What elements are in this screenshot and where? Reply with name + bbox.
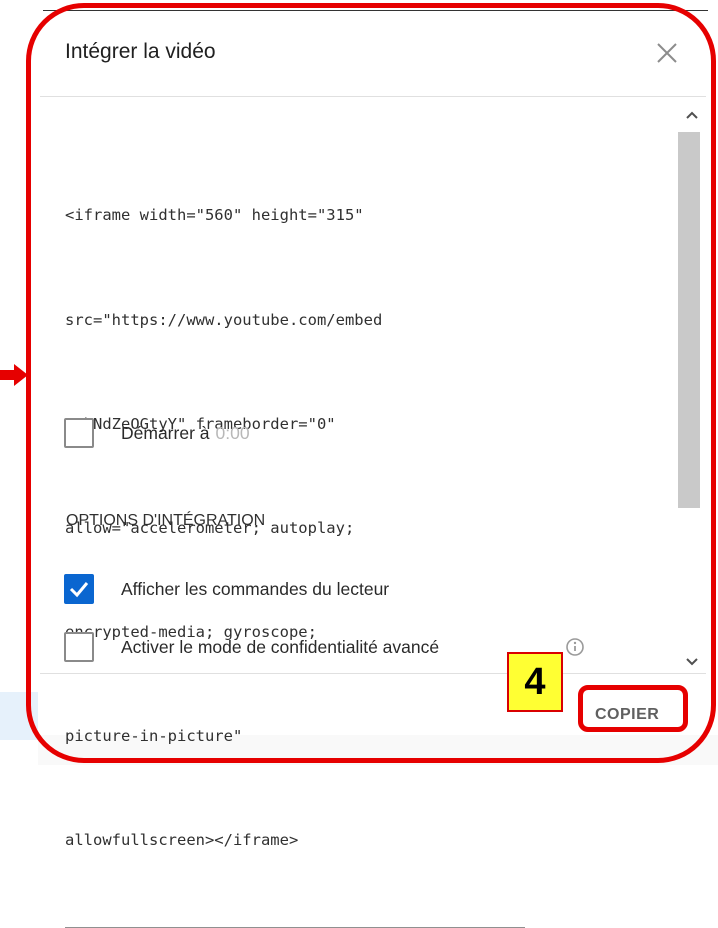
check-icon [69, 582, 89, 598]
privacy-mode-label: Activer le mode de confidentialité avanc… [121, 637, 440, 657]
start-time-value[interactable]: 0:00 [216, 423, 250, 443]
scroll-down-button[interactable] [685, 654, 699, 668]
embed-code-line: src="https://www.youtube.com/embed [65, 310, 383, 329]
background-panel [0, 692, 38, 740]
chevron-up-icon [686, 111, 698, 119]
start-at-label: Démarrer à 0:00 [121, 423, 250, 444]
copy-button[interactable]: COPIER [595, 706, 659, 724]
start-at-text: Démarrer à [121, 423, 210, 443]
show-controls-checkbox[interactable] [64, 574, 94, 604]
embed-options-title: OPTIONS D'INTÉGRATION [66, 512, 266, 529]
embed-code-line: allowfullscreen></iframe> [65, 831, 299, 850]
info-icon[interactable] [564, 636, 586, 658]
header-divider [40, 96, 706, 97]
embed-code-line: picture-in-picture" [65, 726, 243, 745]
embed-code-line: <iframe width="560" height="315" [65, 206, 364, 225]
privacy-mode-checkbox[interactable] [64, 632, 94, 662]
scrollbar-thumb[interactable] [678, 132, 700, 508]
close-icon [657, 43, 677, 63]
embed-video-dialog: Intégrer la vidéo <iframe width="560" he… [40, 14, 706, 928]
scroll-up-button[interactable] [685, 109, 699, 123]
arrow-icon [0, 364, 28, 386]
top-divider [43, 10, 708, 11]
show-controls-label: Afficher les commandes du lecteur [121, 579, 390, 599]
step-number-label: 4 [507, 652, 563, 712]
chevron-down-icon [686, 658, 698, 666]
dialog-title: Intégrer la vidéo [65, 40, 216, 63]
footer-divider [40, 673, 706, 674]
start-at-checkbox[interactable] [64, 418, 94, 448]
close-button[interactable] [652, 38, 682, 68]
